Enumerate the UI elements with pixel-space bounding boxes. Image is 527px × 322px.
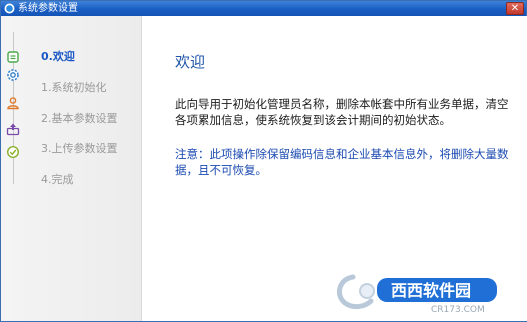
user-icon xyxy=(7,97,19,110)
check-icon xyxy=(6,145,20,159)
wizard-window: 系统参数设置 ✕ 0.欢迎 1.系统初始化 2.基本参数设置 3.上传参数设置 … xyxy=(0,0,527,322)
upload-icon xyxy=(6,123,20,136)
step-upload-params[interactable]: 3.上传参数设置 xyxy=(1,120,141,155)
step-finish[interactable]: 4.完成 xyxy=(1,143,141,186)
site-watermark-logo: 西西软件园 CR173.COM xyxy=(336,274,497,315)
step-label: 0.欢迎 xyxy=(41,50,75,63)
page-title: 欢迎 xyxy=(175,53,206,71)
step-system-init[interactable]: 1.系统初始化 xyxy=(1,66,141,94)
app-icon xyxy=(4,3,15,14)
window-title: 系统参数设置 xyxy=(18,3,78,14)
close-button[interactable]: ✕ xyxy=(506,2,524,15)
step-label: 4.完成 xyxy=(41,173,74,186)
welcome-icon xyxy=(7,51,19,63)
step-label: 1.系统初始化 xyxy=(41,81,107,94)
gear-icon xyxy=(7,69,19,81)
description-text: 此向导用于初始化管理员名称，删除本帐套中所有业务单据，清空各项累加信息，使系统恢… xyxy=(175,97,509,127)
wizard-sidebar: 0.欢迎 1.系统初始化 2.基本参数设置 3.上传参数设置 4.完成 xyxy=(1,16,142,321)
svg-text:CR173.COM: CR173.COM xyxy=(431,305,485,315)
step-basic-params[interactable]: 2.基本参数设置 xyxy=(1,94,141,125)
step-welcome[interactable]: 0.欢迎 xyxy=(1,48,141,68)
title-bar: 系统参数设置 ✕ xyxy=(1,1,526,16)
warning-note: 注意：此项操作除保留编码信息和企业基本信息外，将删除大量数据，且不可恢复。 xyxy=(175,147,509,177)
svg-text:西西软件园: 西西软件园 xyxy=(391,281,471,300)
